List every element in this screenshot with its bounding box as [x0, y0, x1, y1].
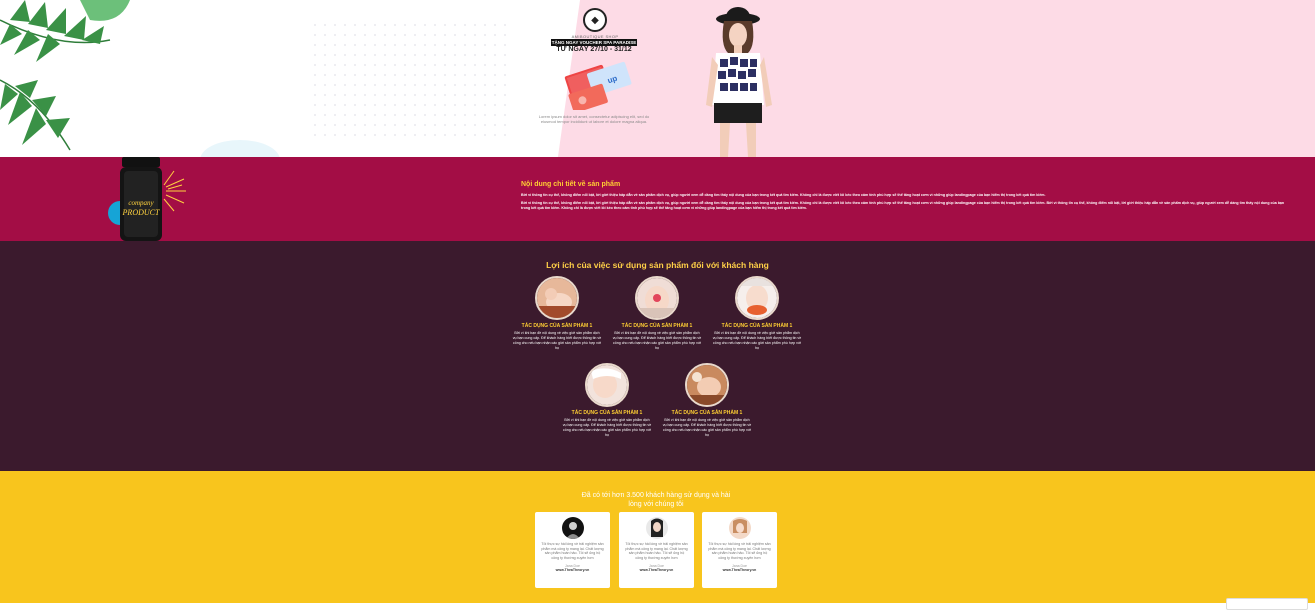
benefit-title: TÁC DỤNG CỦA SẢN PHẨM 1	[721, 323, 793, 329]
voucher-title: TẶNG NGAY VOUCHER SPA PARADISE	[551, 39, 637, 46]
benefit-title: TÁC DỤNG CỦA SẢN PHẨM 1	[621, 323, 693, 329]
benefit-title: TÁC DỤNG CỦA SẢN PHẨM 1	[521, 323, 593, 329]
benefit-image	[685, 363, 729, 407]
benefit-title: TÁC DỤNG CỦA SẢN PHẨM 1	[671, 410, 743, 416]
decor-blob	[200, 140, 280, 157]
testimonial-website[interactable]: www.TheaTheory.vn	[702, 568, 777, 572]
palm-leaf-decoration	[0, 0, 130, 151]
avatar	[645, 517, 668, 539]
floating-widget[interactable]	[1226, 598, 1308, 610]
hero-dot-pattern	[310, 20, 510, 140]
testimonial-card: Tôi thực sự hài lòng về trải nghiệm sản …	[702, 512, 777, 588]
benefit-card: TÁC DỤNG CỦA SẢN PHẨM 1 Bởi vì khi bạn đ…	[662, 363, 752, 438]
svg-text:company: company	[128, 199, 154, 207]
benefit-text: Bởi vì khi bạn đề nội dung về việc giới …	[712, 331, 802, 350]
benefit-text: Bởi vì khi bạn đề nội dung về việc giới …	[662, 418, 752, 437]
testimonial-website[interactable]: www.TheaTheory.vn	[619, 568, 694, 572]
benefit-card: TÁC DỤNG CỦA SẢN PHẨM 1 Bởi vì khi bạn đ…	[612, 276, 702, 351]
benefit-image	[735, 276, 779, 320]
benefit-card: TÁC DỤNG CỦA SẢN PHẨM 1 Bởi vì khi bạn đ…	[512, 276, 602, 351]
diamond-icon: ◆	[583, 8, 607, 32]
hero-description: Lorem ipsum dolor sit amet, consectetur …	[538, 114, 650, 124]
benefit-text: Bởi vì khi bạn đề nội dung về việc giới …	[612, 331, 702, 350]
benefit-image	[635, 276, 679, 320]
svg-text:PRODUCT: PRODUCT	[122, 208, 160, 217]
brand-logo[interactable]: ◆ AMIBOUTIQUE SHOP	[560, 8, 630, 39]
benefit-card: TÁC DỤNG CỦA SẢN PHẨM 1 Bởi vì khi bạn đ…	[712, 276, 802, 351]
testimonial-card: Tôi thực sự hài lòng về trải nghiệm sản …	[535, 512, 610, 588]
testimonial-text: Tôi thực sự hài lòng về trải nghiệm sản …	[708, 542, 771, 560]
avatar	[728, 517, 751, 539]
detail-paragraph: Bởi vì thông tin cụ thể, không điểm nổi …	[521, 201, 1285, 210]
hero-section: ◆ AMIBOUTIQUE SHOP TẶNG NGAY VOUCHER SPA…	[0, 0, 1315, 157]
benefit-image	[535, 276, 579, 320]
benefits-title: Lợi ích của việc sử dụng sản phẩm đối vớ…	[546, 260, 769, 270]
product-detail-section	[0, 157, 1315, 241]
benefit-text: Bởi vì khi bạn đề nội dung về việc giới …	[512, 331, 602, 350]
fashion-model-image	[706, 7, 772, 157]
testimonials-title: Đã có tới hơn 3.500 khách hàng sử dụng v…	[581, 492, 731, 508]
voucher-cards-image: up	[564, 61, 632, 110]
testimonial-card: Tôi thực sự hài lòng về trải nghiệm sản …	[619, 512, 694, 588]
detail-paragraph: Bởi vì thông tin cụ thể, không điểm nổi …	[521, 193, 1046, 197]
testimonial-text: Tôi thực sự hài lòng về trải nghiệm sản …	[625, 542, 688, 560]
product-bottle-image: company PRODUCT	[108, 157, 186, 241]
testimonial-website[interactable]: www.TheaTheory.vn	[535, 568, 610, 572]
detail-title: Nội dung chi tiết về sản phẩm	[521, 181, 621, 188]
testimonial-text: Tôi thực sự hài lòng về trải nghiệm sản …	[541, 542, 604, 560]
avatar	[561, 517, 584, 539]
benefit-card: TÁC DỤNG CỦA SẢN PHẨM 1 Bởi vì khi bạn đ…	[562, 363, 652, 438]
promo-date-range: TỪ NGÀY 27/10 - 31/12	[556, 46, 632, 53]
benefit-title: TÁC DỤNG CỦA SẢN PHẨM 1	[571, 410, 643, 416]
benefit-image	[585, 363, 629, 407]
benefit-text: Bởi vì khi bạn đề nội dung về việc giới …	[562, 418, 652, 437]
